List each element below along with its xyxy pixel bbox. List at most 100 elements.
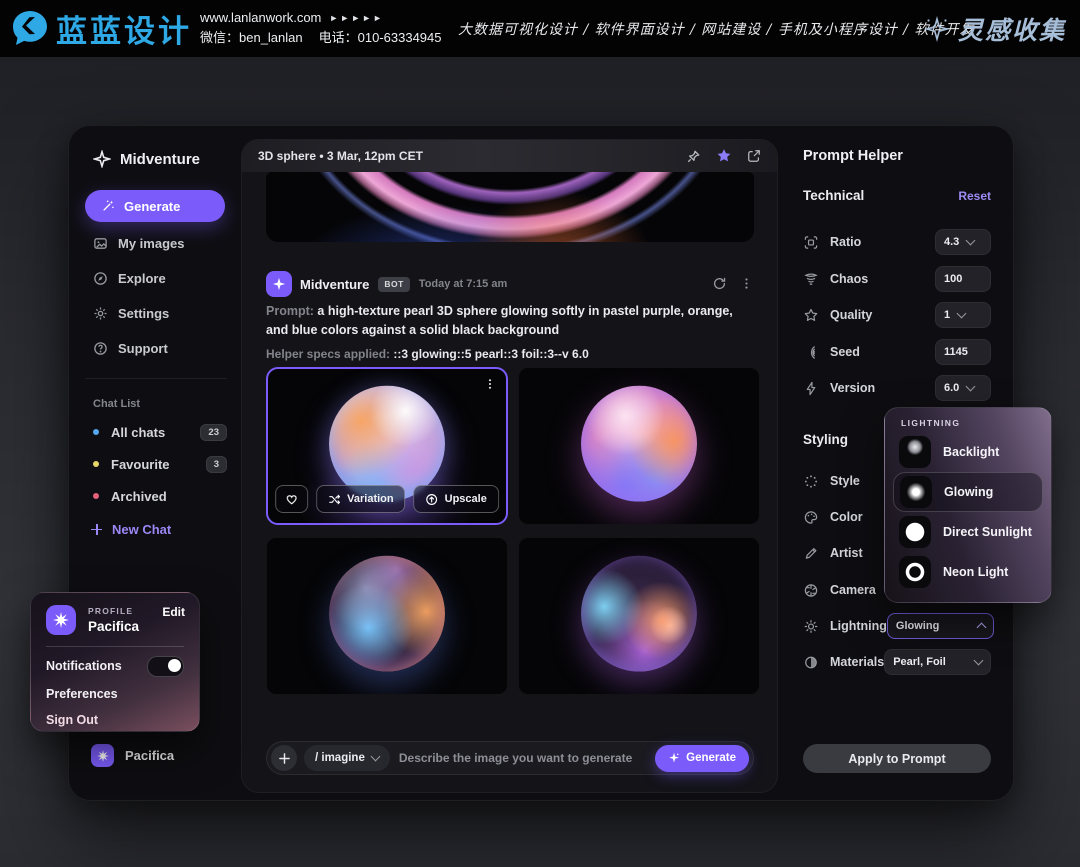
command-selector[interactable]: / imagine — [304, 745, 390, 771]
specs-line: Helper specs applied: ::3 glowing::5 pea… — [266, 347, 758, 361]
yellow-dot-icon — [93, 461, 99, 467]
prompt-line: Prompt: a high-texture pearl 3D sphere g… — [266, 302, 758, 341]
user-name: Pacifica — [125, 748, 174, 763]
style-label: Style — [830, 474, 860, 488]
chevron-down-icon — [370, 752, 380, 762]
sidebar-item-generate[interactable]: Generate — [85, 190, 225, 222]
materials-dropdown[interactable]: Pearl, Foil — [884, 649, 991, 675]
phone-contact: 电话：010-63334945 — [319, 28, 442, 48]
kebab-menu-icon[interactable] — [484, 377, 496, 391]
site-url[interactable]: www.lanlanwork.com — [200, 8, 321, 28]
lightning-option-glowing-selected[interactable]: Glowing — [893, 472, 1043, 512]
materials-value: Pearl, Foil — [893, 656, 946, 668]
seed-shell-icon — [803, 345, 819, 360]
generated-image-partial[interactable] — [266, 172, 754, 242]
edit-profile-button[interactable]: Edit — [162, 605, 185, 619]
pin-icon[interactable] — [686, 149, 701, 164]
chat-list-title: Chat List — [93, 398, 140, 410]
lightning-options-popup: LIGHTNING Backlight Glowing Direct Sunli… — [884, 407, 1052, 603]
favourite-heart-button[interactable] — [275, 485, 308, 513]
prompt-text: a high-texture pearl 3D sphere glowing s… — [266, 304, 733, 337]
lightning-option-backlight[interactable]: Backlight — [893, 432, 1043, 472]
material-sphere-icon — [803, 655, 819, 670]
plus-icon — [279, 753, 290, 764]
notifications-toggle-on[interactable] — [147, 656, 184, 677]
seed-row: Seed 1145 — [803, 339, 991, 365]
avatar — [91, 744, 114, 767]
option-label: Backlight — [943, 445, 999, 459]
chevron-down-icon — [966, 382, 976, 392]
sidebar-item-support[interactable]: Support — [85, 335, 243, 361]
chat-list-archived[interactable]: Archived — [85, 484, 235, 508]
star-icon — [53, 612, 69, 628]
notifications-label: Notifications — [46, 659, 122, 673]
app-name: Midventure — [120, 151, 200, 168]
quality-dropdown[interactable]: 1 — [935, 302, 991, 328]
lanlan-logo-icon — [10, 8, 50, 48]
chat-list-all-chats[interactable]: All chats 23 — [85, 420, 235, 444]
apply-to-prompt-button[interactable]: Apply to Prompt — [803, 744, 991, 773]
option-label: Glowing — [944, 485, 993, 499]
color-label: Color — [830, 510, 863, 524]
chat-list-favourite[interactable]: Favourite 3 — [85, 452, 235, 476]
add-attachment-button[interactable] — [271, 745, 297, 771]
glowing-thumbnail — [900, 476, 932, 508]
new-chat-button[interactable]: New Chat — [85, 517, 235, 541]
image-tile-3[interactable] — [266, 537, 508, 695]
toggle-knob — [168, 659, 181, 672]
midventure-app-window: Midventure Generate My images Explore Se… — [68, 125, 1014, 801]
arrows-decoration: ►►►►► — [329, 8, 384, 28]
kebab-menu-icon[interactable] — [740, 276, 753, 291]
apply-label: Apply to Prompt — [848, 752, 945, 766]
palette-icon — [803, 510, 819, 525]
generate-button[interactable]: Generate — [655, 745, 749, 772]
inspiration-brand: 灵感收集 — [924, 0, 1066, 57]
lightning-option-direct-sunlight[interactable]: Direct Sunlight — [893, 512, 1043, 552]
materials-row: Materials Pearl, Foil — [803, 649, 991, 675]
profile-avatar — [46, 605, 76, 635]
lightning-label: Lightning — [830, 619, 887, 633]
profile-section-label: PROFILE — [88, 606, 133, 616]
star-favourite-icon[interactable] — [716, 148, 732, 164]
materials-label: Materials — [830, 655, 884, 669]
chaos-input[interactable]: 100 — [935, 266, 991, 292]
upscale-button[interactable]: Upscale — [414, 485, 499, 513]
sidebar-item-label: Support — [118, 341, 168, 356]
open-external-icon[interactable] — [747, 149, 761, 163]
image-tile-1-selected[interactable]: Variation Upscale — [266, 367, 508, 525]
version-value: 6.0 — [944, 382, 959, 394]
brand-name: 蓝蓝设计 — [56, 6, 192, 51]
sidebar-item-my-images[interactable]: My images — [85, 230, 243, 256]
sign-out-label: Sign Out — [46, 713, 98, 727]
count-badge: 23 — [200, 424, 227, 441]
seed-input[interactable]: 1145 — [935, 339, 991, 365]
ratio-dropdown[interactable]: 4.3 — [935, 229, 991, 255]
regenerate-icon[interactable] — [712, 276, 727, 291]
quality-star-icon — [803, 308, 819, 323]
version-dropdown[interactable]: 6.0 — [935, 375, 991, 401]
sidebar-item-explore[interactable]: Explore — [85, 265, 243, 291]
version-label: Version — [830, 381, 875, 395]
variation-button[interactable]: Variation — [316, 485, 405, 513]
image-tile-4[interactable] — [518, 537, 760, 695]
sidebar-item-label: Explore — [118, 271, 166, 286]
chevron-up-icon — [976, 623, 986, 633]
services-list: 大数据可视化设计 / 软件界面设计 / 网站建设 / 手机及小程序设计 / 软件… — [458, 0, 974, 57]
compass-icon — [93, 271, 108, 286]
sparkle-icon — [93, 150, 111, 168]
image-tile-2[interactable] — [518, 367, 760, 525]
reset-button[interactable]: Reset — [958, 189, 991, 203]
lightning-dropdown-open[interactable]: Glowing — [887, 613, 994, 639]
sun-icon — [803, 619, 819, 634]
prompt-text-input[interactable] — [397, 750, 648, 766]
blue-dot-icon — [93, 429, 99, 435]
heart-icon — [285, 493, 298, 506]
lightning-option-neon-light[interactable]: Neon Light — [893, 552, 1043, 592]
preferences-item[interactable]: Preferences — [46, 683, 184, 705]
camera-label: Camera — [830, 583, 876, 597]
sign-out-item[interactable]: Sign Out — [46, 709, 184, 731]
sidebar-item-settings[interactable]: Settings — [85, 300, 243, 326]
chevron-down-icon — [957, 309, 967, 319]
backlight-thumbnail — [899, 436, 931, 468]
sidebar-user[interactable]: Pacifica — [91, 744, 174, 767]
